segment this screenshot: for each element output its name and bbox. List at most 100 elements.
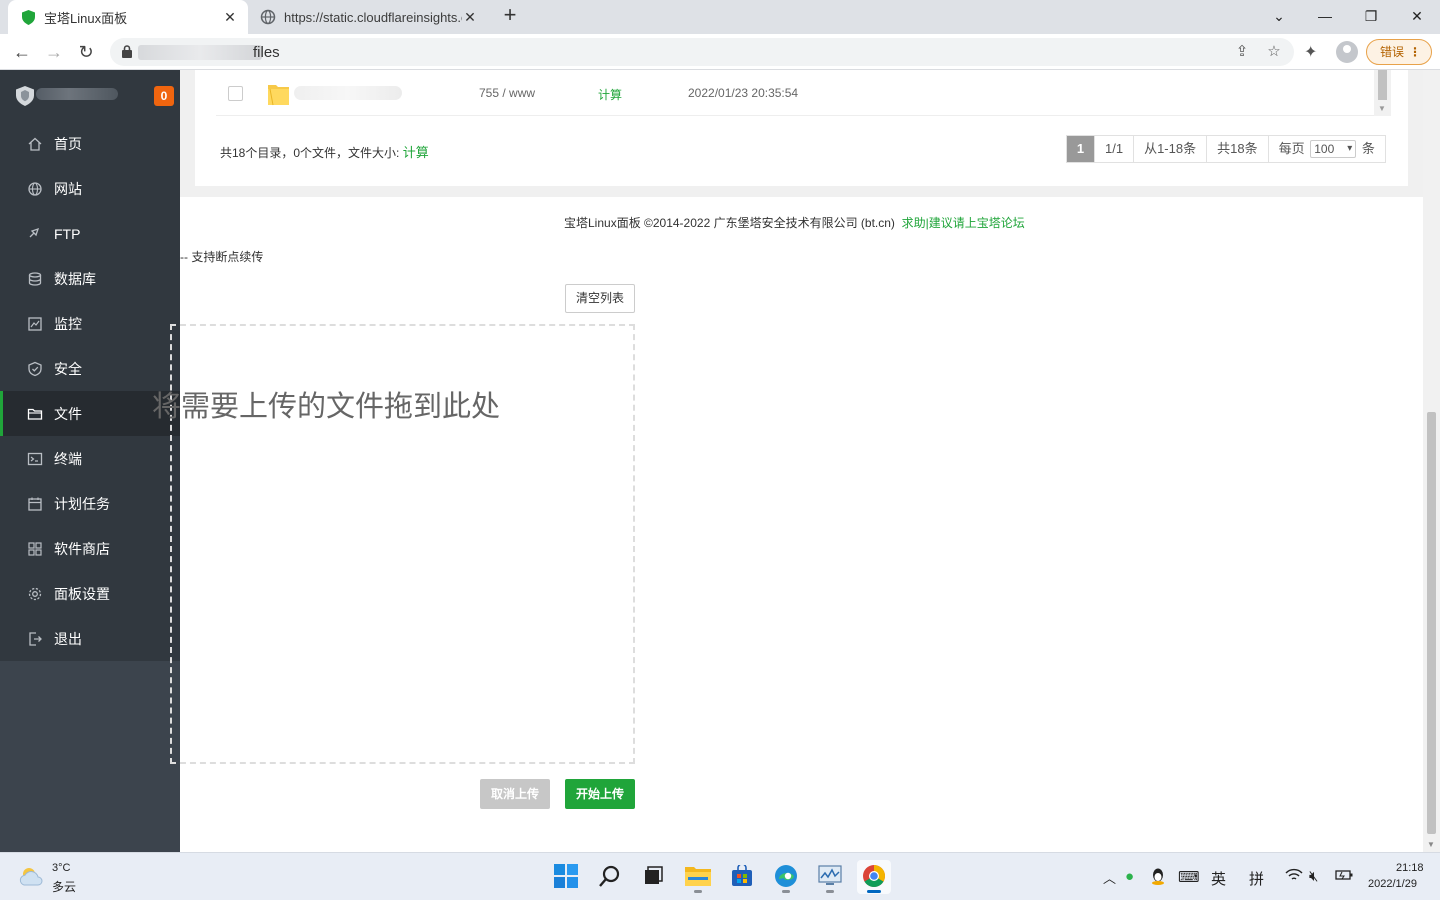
- row-checkbox[interactable]: [228, 86, 243, 101]
- lock-icon: [122, 45, 132, 61]
- sidebar-item-ftp[interactable]: FTP: [0, 211, 180, 256]
- sidebar-item-database[interactable]: 数据库: [0, 256, 180, 301]
- table-row[interactable]: 755 / www 计算 2022/01/23 20:35:54: [216, 70, 1376, 116]
- sidebar-item-label: 监控: [54, 315, 82, 332]
- copyright: 宝塔Linux面板 ©2014-2022 广东堡塔安全技术有限公司 (bt.cn…: [564, 214, 1025, 231]
- sidebar-item-software-store[interactable]: 软件商店: [0, 526, 180, 571]
- back-icon[interactable]: ←: [10, 40, 34, 64]
- file-explorer-button[interactable]: [681, 860, 715, 894]
- sidebar-item-security[interactable]: 安全: [0, 346, 180, 391]
- home-icon: [26, 135, 44, 153]
- sidebar-item-label: 软件商店: [54, 540, 110, 557]
- sidebar-item-monitor[interactable]: 监控: [0, 301, 180, 346]
- battery-icon[interactable]: [1335, 868, 1353, 885]
- tab-search-icon[interactable]: ⌄: [1256, 4, 1302, 28]
- clock-time[interactable]: 21:18: [1396, 862, 1424, 874]
- sidebar-item-label: 数据库: [54, 270, 96, 287]
- page-range: 从1-18条: [1134, 136, 1208, 162]
- sidebar-item-terminal[interactable]: 终端: [0, 436, 180, 481]
- running-indicator: [826, 890, 834, 893]
- ime-mode[interactable]: 拼: [1249, 868, 1264, 889]
- redacted-folder-name[interactable]: [294, 86, 402, 100]
- tab-cloudflare[interactable]: https://static.cloudflareinsights.com ✕: [252, 0, 488, 34]
- address-bar[interactable]: files ⇪ ☆: [110, 38, 1294, 66]
- cloud-weather-icon[interactable]: [18, 865, 46, 890]
- share-icon[interactable]: ⇪: [1232, 42, 1252, 62]
- apps-icon: [26, 540, 44, 558]
- sidebar-item-logout[interactable]: 退出: [0, 616, 180, 661]
- sidebar-item-website[interactable]: 网站: [0, 166, 180, 211]
- sidebar-item-label: 计划任务: [54, 495, 110, 512]
- sidebar-item-label: 面板设置: [54, 585, 110, 602]
- folder-icon: [268, 82, 290, 109]
- minimize-icon[interactable]: —: [1302, 4, 1348, 28]
- reload-icon[interactable]: ↻: [74, 40, 98, 64]
- page-current[interactable]: 1: [1067, 136, 1095, 162]
- ime-language[interactable]: 英: [1211, 868, 1226, 889]
- star-icon[interactable]: ☆: [1264, 42, 1284, 62]
- per-page-select[interactable]: 100 ▾: [1310, 140, 1357, 158]
- error-button[interactable]: 错误 ⋮: [1366, 39, 1432, 65]
- tab-title: 宝塔Linux面板: [44, 10, 128, 26]
- chevron-up-icon[interactable]: ︿: [1103, 868, 1116, 887]
- start-upload-button[interactable]: 开始上传: [565, 779, 635, 809]
- weather-desc[interactable]: 多云: [52, 878, 76, 895]
- scroll-down-icon[interactable]: ▼: [1378, 104, 1386, 113]
- wechat-icon[interactable]: ●: [1125, 868, 1134, 885]
- wifi-icon[interactable]: [1285, 868, 1303, 886]
- tab-bt-panel[interactable]: 宝塔Linux面板 ✕: [8, 0, 248, 34]
- summary-calc-link[interactable]: 计算: [403, 145, 429, 160]
- forum-link[interactable]: 求助|建议请上宝塔论坛: [902, 216, 1025, 230]
- table-scrollbar[interactable]: ▼: [1374, 70, 1391, 116]
- keyboard-icon[interactable]: ⌨: [1178, 868, 1200, 886]
- monitor-app-button[interactable]: [813, 860, 847, 894]
- close-icon[interactable]: ✕: [222, 9, 238, 26]
- close-window-icon[interactable]: ✕: [1394, 4, 1440, 28]
- sidebar-item-label: 终端: [54, 450, 82, 467]
- sidebar-item-home[interactable]: 首页: [0, 121, 180, 166]
- clear-list-button[interactable]: 清空列表: [565, 284, 635, 313]
- volume-muted-icon[interactable]: 🔇︎: [1309, 868, 1318, 885]
- sidebar: 0 首页 网站 FTP 数据库 监控 安全 文件 终端 计划任务 软件商店 面板…: [0, 70, 180, 852]
- task-view-button[interactable]: [636, 860, 670, 894]
- page-scrollbar[interactable]: ▼: [1423, 70, 1440, 852]
- search-icon: [598, 864, 622, 891]
- forward-icon[interactable]: →: [42, 40, 66, 64]
- page-count: 1/1: [1095, 136, 1135, 162]
- clock-date[interactable]: 2022/1/29: [1368, 878, 1417, 890]
- start-button[interactable]: [549, 860, 583, 894]
- drop-hint: 将需要上传的文件拖到此处: [152, 383, 528, 425]
- error-label: 错误: [1380, 45, 1405, 59]
- scrollbar-thumb[interactable]: [1427, 412, 1436, 834]
- running-indicator: [694, 890, 702, 893]
- ftp-icon: [26, 225, 44, 243]
- close-icon[interactable]: ✕: [462, 9, 478, 26]
- file-explorer-icon: [685, 865, 711, 890]
- sidebar-item-panel-settings[interactable]: 面板设置: [0, 571, 180, 616]
- menu-dots-icon: ⋮: [1409, 45, 1421, 59]
- sidebar-item-cron[interactable]: 计划任务: [0, 481, 180, 526]
- gear-icon: [26, 585, 44, 603]
- redacted-server-name: [36, 88, 118, 100]
- chrome-button[interactable]: [857, 860, 891, 894]
- scrollbar-thumb[interactable]: [1378, 70, 1387, 100]
- new-tab-button[interactable]: +: [498, 4, 522, 28]
- pagination: 1 1/1 从1-18条 共18条 每页 100 ▾ 条: [1066, 135, 1386, 163]
- extensions-icon[interactable]: ✦: [1304, 42, 1317, 62]
- database-icon: [26, 270, 44, 288]
- search-button[interactable]: [593, 860, 627, 894]
- calc-size-link[interactable]: 计算: [598, 86, 622, 103]
- drop-hint-text: 将需要上传的文件拖到此处: [152, 391, 501, 423]
- profile-avatar[interactable]: [1336, 41, 1358, 63]
- store-button[interactable]: [725, 860, 759, 894]
- cancel-upload-button[interactable]: 取消上传: [480, 779, 550, 809]
- permission-owner[interactable]: 755 / www: [479, 86, 535, 100]
- calendar-icon: [26, 495, 44, 513]
- qq-icon[interactable]: [1151, 868, 1165, 889]
- scroll-down-icon[interactable]: ▼: [1427, 840, 1435, 849]
- globe-icon: [26, 180, 44, 198]
- weather-temp[interactable]: 3°C: [52, 862, 70, 874]
- edge-button[interactable]: [769, 860, 803, 894]
- restore-icon[interactable]: ❐: [1348, 4, 1394, 28]
- notification-badge[interactable]: 0: [154, 86, 174, 106]
